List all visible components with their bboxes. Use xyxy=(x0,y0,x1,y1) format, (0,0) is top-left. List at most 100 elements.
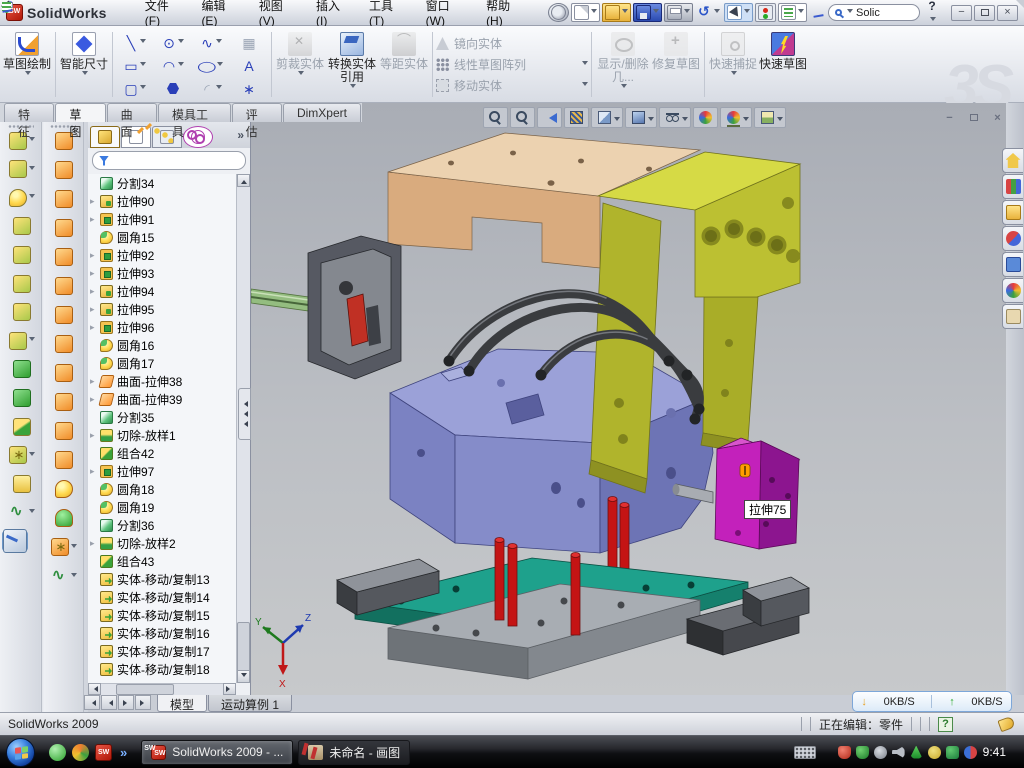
polygon-tool[interactable] xyxy=(154,83,192,94)
features-toolbar-button[interactable] xyxy=(2,216,41,236)
surfaces-toolbar-button[interactable] xyxy=(44,392,83,412)
tree-item[interactable]: 实体-移动/复制15 xyxy=(88,606,236,624)
features-toolbar-button[interactable] xyxy=(2,188,41,208)
pattern-select-tool[interactable]: ▦ xyxy=(230,36,268,50)
tab-prev-button[interactable] xyxy=(101,695,117,710)
tree-item[interactable]: 圆角19 xyxy=(88,498,236,516)
task-pane-tab[interactable] xyxy=(1002,252,1023,277)
surfaces-toolbar-button[interactable] xyxy=(44,247,83,267)
tree-item[interactable]: 实体-移动/复制14 xyxy=(88,588,236,606)
features-toolbar-button[interactable] xyxy=(2,359,41,379)
tray-icon[interactable] xyxy=(910,746,923,759)
scroll-right-button[interactable] xyxy=(223,683,236,695)
expand-arrow-icon[interactable] xyxy=(90,322,99,333)
features-toolbar-button[interactable] xyxy=(2,388,41,408)
tree-item[interactable]: 拉伸95 xyxy=(88,300,236,318)
tab-last-button[interactable] xyxy=(135,695,151,710)
taskbar-window-button[interactable]: SolidWorks 2009 - ... xyxy=(141,740,293,765)
surfaces-toolbar-button[interactable] xyxy=(44,160,83,180)
scroll-up-button[interactable] xyxy=(237,174,250,187)
command-tab[interactable]: 模具工具 xyxy=(158,103,231,122)
tree-item[interactable]: 分割35 xyxy=(88,408,236,426)
tray-icon[interactable] xyxy=(928,746,941,759)
panel-splitter-handle[interactable] xyxy=(238,388,251,440)
tree-item[interactable]: 实体-移动/复制13 xyxy=(88,570,236,588)
expand-arrow-icon[interactable] xyxy=(90,538,99,549)
heads-up-button[interactable] xyxy=(754,107,786,128)
slot-tool[interactable]: ▢ xyxy=(116,82,154,96)
tree-item[interactable]: 拉伸90 xyxy=(88,192,236,210)
tree-item[interactable]: 拉伸92 xyxy=(88,246,236,264)
toolbar-button[interactable] xyxy=(695,4,722,21)
tree-item[interactable]: 拉伸94 xyxy=(88,282,236,300)
surfaces-toolbar-button[interactable] xyxy=(44,508,83,528)
tree-item[interactable]: 组合43 xyxy=(88,552,236,570)
surfaces-toolbar-button[interactable] xyxy=(44,537,83,557)
smart-dimension-button[interactable]: 智能尺寸 xyxy=(59,29,109,100)
part-mold-block[interactable] xyxy=(390,349,713,553)
expand-arrow-icon[interactable] xyxy=(90,376,99,387)
circle-tool[interactable]: ⊙ xyxy=(154,36,192,50)
tree-item[interactable]: 圆角15 xyxy=(88,228,236,246)
graphics-viewport[interactable]: Y Z X − × 拉伸75 xyxy=(251,103,1006,695)
toolbar-button[interactable] xyxy=(755,3,776,22)
search-dropdown-icon[interactable] xyxy=(847,9,853,16)
tree-item[interactable]: 圆角17 xyxy=(88,354,236,372)
heads-up-button[interactable] xyxy=(591,107,623,128)
expand-arrow-icon[interactable] xyxy=(90,466,99,477)
close-button[interactable]: × xyxy=(997,5,1018,21)
quick-tips-icon[interactable]: ? xyxy=(938,717,953,732)
surfaces-toolbar-button[interactable] xyxy=(44,363,83,383)
part-clamp-block[interactable] xyxy=(308,236,401,379)
point-tool[interactable]: ∗ xyxy=(230,82,268,96)
quick-launch-icon[interactable] xyxy=(95,744,112,761)
command-tab[interactable]: 曲面 xyxy=(107,103,157,122)
panel-tab[interactable] xyxy=(90,126,120,148)
expand-arrow-icon[interactable] xyxy=(90,196,99,207)
tab-next-button[interactable] xyxy=(118,695,134,710)
dropdown-arrow-icon[interactable] xyxy=(591,9,597,16)
part-magenta-block[interactable] xyxy=(715,438,800,549)
input-method-icon[interactable] xyxy=(794,746,816,759)
taskbar-window-button[interactable]: 未命名 - 画图 xyxy=(298,740,410,765)
tree-item[interactable]: 实体-移动/复制17 xyxy=(88,642,236,660)
heads-up-button[interactable] xyxy=(483,107,508,128)
heads-up-button[interactable] xyxy=(693,107,718,128)
expand-arrow-icon[interactable] xyxy=(90,250,99,261)
surfaces-toolbar-button[interactable] xyxy=(44,450,83,470)
text-tool[interactable]: A xyxy=(230,59,268,73)
tray-icon[interactable] xyxy=(838,746,851,759)
tree-item[interactable]: 组合42 xyxy=(88,444,236,462)
sketch-button[interactable]: 草图绘制 xyxy=(2,29,52,100)
expand-arrow-icon[interactable] xyxy=(90,394,99,405)
ellipse-tool[interactable]: ◯ xyxy=(192,59,230,73)
doc-close-button[interactable]: × xyxy=(987,110,1006,125)
toolbar-button[interactable] xyxy=(724,3,753,22)
tree-item[interactable]: 分割34 xyxy=(88,174,236,192)
features-toolbar-button[interactable] xyxy=(2,159,41,179)
task-pane-tab[interactable] xyxy=(1002,174,1023,199)
arc-tool[interactable]: ◠ xyxy=(154,59,192,73)
command-tab[interactable]: 草图 xyxy=(55,103,105,122)
toolbar-button[interactable] xyxy=(602,3,631,22)
rapid-sketch-button[interactable]: 快速草图 xyxy=(758,29,808,100)
document-tab[interactable]: 运动算例 1 xyxy=(208,695,292,712)
surfaces-toolbar-button[interactable] xyxy=(44,566,83,586)
features-toolbar-button[interactable] xyxy=(2,331,41,351)
toolbar-button[interactable] xyxy=(633,3,662,22)
convert-entities-button[interactable]: 转换实体引用 xyxy=(325,29,379,100)
features-toolbar-button[interactable] xyxy=(2,417,41,437)
toolbar-button[interactable] xyxy=(548,3,569,22)
tree-item[interactable]: 分割36 xyxy=(88,516,236,534)
surfaces-toolbar-button[interactable] xyxy=(44,305,83,325)
task-pane-tab[interactable] xyxy=(1002,148,1023,173)
dropdown-arrow-icon[interactable] xyxy=(684,9,690,16)
features-toolbar-button[interactable] xyxy=(2,274,41,294)
heads-up-button[interactable] xyxy=(537,107,562,128)
horizontal-scroll-thumb[interactable] xyxy=(116,684,174,695)
heads-up-button[interactable] xyxy=(720,107,752,128)
tree-item[interactable]: 实体-移动/复制16 xyxy=(88,624,236,642)
surfaces-toolbar-button[interactable] xyxy=(44,218,83,238)
task-pane-tab[interactable] xyxy=(1002,200,1023,225)
scroll-down-button[interactable] xyxy=(237,670,250,683)
